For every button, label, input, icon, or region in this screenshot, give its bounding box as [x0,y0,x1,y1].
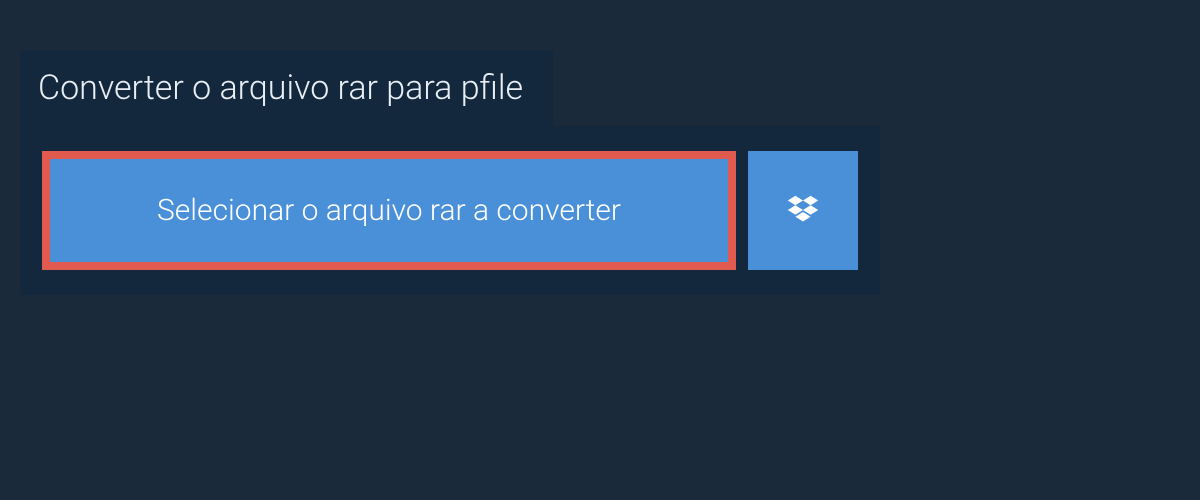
dropbox-icon [784,192,822,230]
dropbox-button[interactable] [748,151,858,270]
page-title: Converter o arquivo rar para pfile [20,50,553,126]
upload-section: Selecionar o arquivo rar a converter [20,126,880,295]
converter-panel: Converter o arquivo rar para pfile Selec… [20,50,1180,295]
select-file-button[interactable]: Selecionar o arquivo rar a converter [42,151,736,270]
select-file-button-label: Selecionar o arquivo rar a converter [157,193,621,228]
